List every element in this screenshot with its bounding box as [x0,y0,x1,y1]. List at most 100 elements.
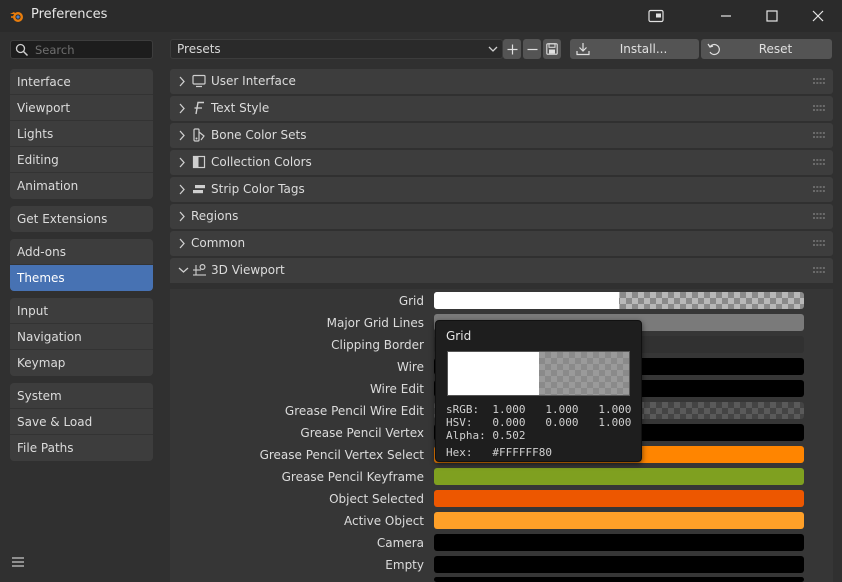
blender-logo-icon [10,12,23,22]
close-button[interactable] [795,0,841,32]
prop-label-gp-vertex: Grease Pencil Vertex [300,426,424,440]
sidebar-item-navigation[interactable]: Navigation [10,324,153,350]
panel-bone-color-sets[interactable]: Bone Color Sets [170,123,833,148]
drag-grip-icon[interactable] [813,105,825,111]
panel-label: Bone Color Sets [211,128,307,142]
minimize-button[interactable] [703,0,749,32]
chevron-down-icon [488,46,498,52]
color-swatch-grid[interactable] [434,292,804,309]
title-bar: Preferences [0,0,842,32]
maximize-icon [766,10,778,22]
chevron-right-icon [179,157,185,168]
preview-alpha [539,352,629,395]
tooltip-alpha: Alpha: 0.502 [446,429,526,442]
drag-grip-icon[interactable] [813,267,825,273]
color-tooltip: Grid sRGB: 1.000 1.000 1.000 HSV: 0.000 … [435,320,642,462]
add-preset-button[interactable] [503,39,521,59]
search-icon [15,43,29,57]
nav-group-extensions: Get Extensions [10,206,153,232]
download-icon [576,43,590,56]
sidebar-item-file-paths[interactable]: File Paths [10,435,153,461]
prop-label-active-object: Active Object [343,514,424,528]
color-swatch-active-object[interactable] [434,512,804,529]
nav-group-input: Input Navigation Keymap [10,298,153,376]
sidebar-item-lights[interactable]: Lights [10,121,153,147]
prop-label-gp-wire-edit: Grease Pencil Wire Edit [284,404,424,418]
chevron-right-icon [179,103,185,114]
preview-solid [448,352,539,395]
sidebar-item-add-ons[interactable]: Add-ons [10,239,153,265]
viewport-3d-icon [193,263,206,276]
prop-label-camera: Camera [376,536,424,550]
prop-label-clipping-border: Clipping Border [331,338,424,352]
drag-grip-icon[interactable] [813,159,825,165]
tooltip-srgb: sRGB: 1.000 1.000 1.000 [446,403,632,416]
remove-preset-button[interactable] [523,39,541,59]
search-input[interactable]: Search [10,40,153,59]
presets-label: Presets [177,42,221,56]
sidebar-item-keymap[interactable]: Keymap [10,350,153,376]
chevron-right-icon [179,211,185,222]
monitor-icon [192,74,206,88]
prop-label-wire-edit: Wire Edit [369,382,424,396]
color-swatch-camera[interactable] [434,534,804,551]
panel-strip-color-tags[interactable]: Strip Color Tags [170,177,833,202]
font-icon [194,101,204,115]
prop-label-gp-vertex-select: Grease Pencil Vertex Select [259,448,424,462]
minus-icon [527,48,537,50]
nav-group-addons: Add-ons Themes [10,239,153,291]
search-placeholder: Search [35,43,75,57]
chevron-down-icon [178,267,189,273]
chevron-right-icon [179,76,185,87]
reset-button[interactable]: Reset [701,39,832,59]
color-swatch-gp-keyframe[interactable] [434,468,804,485]
panel-label: 3D Viewport [211,263,285,277]
chevron-right-icon [179,130,185,141]
sidebar-item-viewport[interactable]: Viewport [10,95,153,121]
panel-common[interactable]: Common [170,231,833,256]
drag-grip-icon[interactable] [813,186,825,192]
panel-user-interface[interactable]: User Interface [170,69,833,94]
panel-label: Collection Colors [211,155,312,169]
chevron-right-icon [179,184,185,195]
sidebar-item-themes[interactable]: Themes [10,265,153,291]
tooltip-hex: Hex: #FFFFFF80 [446,446,552,459]
drag-grip-icon[interactable] [813,78,825,84]
panel-text-style[interactable]: Text Style [170,96,833,121]
window-pin-button[interactable] [633,0,679,32]
panel-label: Common [191,236,246,250]
close-icon [812,10,824,22]
maximize-button[interactable] [749,0,795,32]
prop-label-grid: Grid [398,294,424,308]
sidebar-item-interface[interactable]: Interface [10,69,153,95]
sidebar-item-animation[interactable]: Animation [10,173,153,199]
presets-dropdown[interactable]: Presets [170,39,503,59]
save-icon [546,43,558,55]
drag-grip-icon[interactable] [813,240,825,246]
panel-3d-viewport[interactable]: 3D Viewport [170,258,833,283]
sidebar-item-save-load[interactable]: Save & Load [10,409,153,435]
tooltip-color-preview [447,351,630,396]
sidebar-item-system[interactable]: System [10,383,153,409]
sidebar-item-editing[interactable]: Editing [10,147,153,173]
tooltip-hsv: HSV: 0.000 0.000 1.000 [446,416,632,429]
panel-regions[interactable]: Regions [170,204,833,229]
color-swatch-object-selected[interactable] [434,490,804,507]
color-swatch-next-partial [434,577,804,582]
color-swatch-empty[interactable] [434,556,804,573]
sidebar-item-input[interactable]: Input [10,298,153,324]
chevron-right-icon [179,238,185,249]
window-pin-icon [648,9,664,23]
drag-grip-icon[interactable] [813,213,825,219]
save-preset-button[interactable] [543,39,561,59]
strip-icon [193,185,205,194]
hamburger-menu-icon[interactable] [11,556,25,568]
prop-label-empty: Empty [385,558,424,572]
sidebar-item-get-extensions[interactable]: Get Extensions [10,206,153,232]
drag-grip-icon[interactable] [813,132,825,138]
panel-label: User Interface [211,74,296,88]
panel-collection-colors[interactable]: Collection Colors [170,150,833,175]
bone-color-icon [193,128,205,142]
panel-label: Regions [191,209,239,223]
install-button[interactable]: Install... [570,39,699,59]
